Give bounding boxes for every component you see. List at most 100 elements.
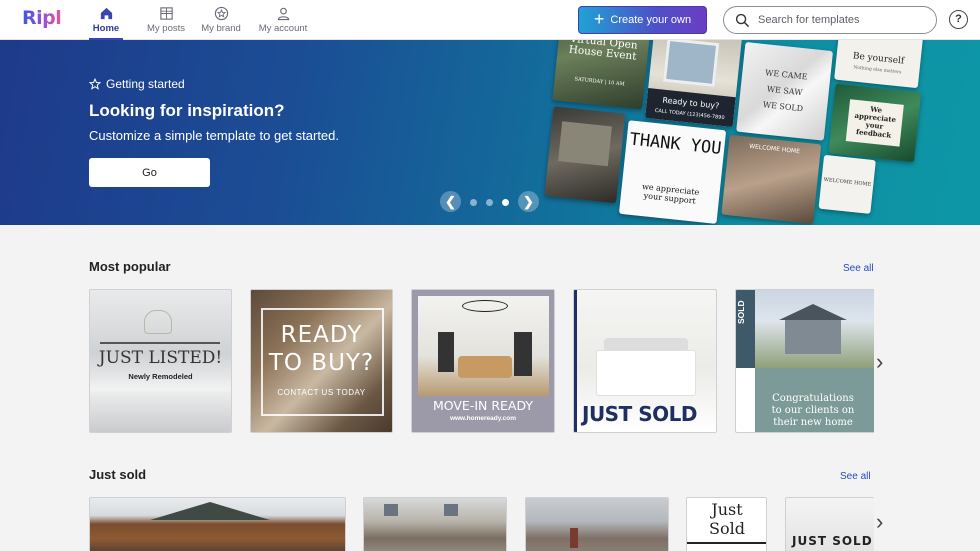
collage-storefront [544,106,626,204]
carousel-dot-2[interactable] [486,199,493,206]
template-card-just-sold-bedroom[interactable]: JUST SOLD [573,289,717,433]
just-sold-card-bold[interactable]: JUST SOLD [785,497,874,551]
coffee-table [458,356,512,378]
template-collage: Virtual Open House Event SATURDAY | 10 A… [531,40,980,225]
collage-came-1: WE CAME [764,68,808,82]
card-2-line-1: READY [280,322,363,348]
popular-next-chevron-icon[interactable]: › [876,351,890,373]
living-room-photo [418,296,549,396]
ripl-logo[interactable]: Ripl [22,7,62,29]
nav-my-posts[interactable]: My posts [146,0,186,40]
roof-graphic [779,304,847,320]
collage-welcome-home-couple: WELCOME HOME [721,134,822,225]
collage-we-came: WE CAME WE SAW WE SOLD [736,41,834,141]
hero-kicker-text: Getting started [106,77,185,91]
nav-home-label: Home [92,23,120,34]
help-icon[interactable]: ? [949,10,968,29]
collage-be-yourself: Be yourself Nothing else matters [834,40,924,89]
kitchen-counter [90,392,231,432]
collage-welcome-home2-text: WELCOME HOME [823,176,872,188]
card-5-side-text: SOLD [736,300,746,324]
just-sold-title: Just sold [89,467,147,482]
cabin-roof [150,502,270,520]
collage-thank-small: we appreciate your support [641,181,700,206]
create-your-own-button[interactable]: + Create your own [578,6,707,34]
chandelier-graphic [462,300,508,312]
card-1-title: JUST LISTED! [98,348,223,368]
top-rule [100,342,220,344]
collage-came-3: WE SOLD [762,100,804,114]
chandelier-graphic [144,310,172,334]
collage-feedback: We appreciate your feedback [828,83,922,163]
hero-title: Looking for inspiration? [89,101,285,120]
nav-my-posts-label: My posts [146,23,185,34]
collage-virtual-open-house: Virtual Open House Event SATURDAY | 10 A… [552,40,652,110]
most-popular-title: Most popular [89,259,171,274]
plant-shelf-left [438,332,454,372]
hero-kicker: Getting started [89,77,185,91]
navy-side-stripe [574,290,577,432]
just-sold-bold-text: JUST SOLD [792,534,873,548]
collage-virtual-small: SATURDAY | 10 AM [574,76,625,88]
plant-shelf-right [514,332,532,376]
card-1-subtitle: Newly Remodeled [128,372,193,381]
search-icon [735,13,750,27]
card-5-caption: Congratulations to our clients on their … [771,393,855,428]
plus-icon: + [593,9,605,29]
hero-subtitle: Customize a simple template to get start… [89,128,340,143]
template-card-just-listed[interactable]: JUST LISTED! Newly Remodeled [89,289,232,433]
collage-welcome-home-text: WELCOME HOME [748,142,801,156]
create-your-own-label: Create your own [610,14,692,26]
card-2-line-3: CONTACT US TODAY [277,388,366,397]
just-sold-card-script[interactable]: Just Sold [686,497,767,551]
most-popular-see-all-link[interactable]: See all [843,263,874,274]
nav-my-account[interactable]: My account [258,0,308,40]
nav-my-brand-label: My brand [201,23,241,34]
template-card-move-in-ready[interactable]: MOVE-IN READY www.homeready.com [411,289,555,433]
house-photo [755,290,874,368]
house-graphic [785,318,841,354]
carousel-prev-button[interactable]: ❮ [440,191,461,212]
window-graphic [384,504,398,516]
collage-came-2: WE SAW [766,84,803,98]
template-card-congratulations[interactable]: SOLD Congratulations to our clients on t… [735,289,874,433]
top-navigation-bar: Ripl Home My posts My brand My account +… [0,0,980,40]
collage-feedback-text: We appreciate your feedback [854,104,897,140]
carousel-dot-1[interactable] [470,199,477,206]
person-icon [277,7,289,21]
template-card-ready-to-buy[interactable]: READY TO BUY? CONTACT US TODAY [250,289,393,433]
just-sold-script-text: Just Sold [709,500,745,538]
collage-welcome-home-card: WELCOME HOME [818,154,876,214]
window-graphic [444,504,458,516]
search-input[interactable] [758,14,918,26]
collage-thank-text: THANK YOU [628,129,723,159]
just-sold-see-all-link[interactable]: See all [840,471,871,482]
collage-thank-you: THANK YOU we appreciate your support [618,120,727,224]
collage-ready-to-buy: Ready to buy? CALL TODAY (123)456-7890 [645,40,742,128]
just-sold-card-log-cabin[interactable] [89,497,346,551]
card-3-title: MOVE-IN READY [432,398,534,413]
nav-my-account-label: My account [258,23,308,34]
black-rule [687,542,766,544]
card-4-title: JUST SOLD [582,402,697,426]
star-icon [89,78,101,90]
go-button[interactable]: Go [89,158,210,187]
just-sold-card-brick-house[interactable] [525,497,669,551]
search-box[interactable] [723,6,937,34]
nav-my-brand[interactable]: My brand [200,0,242,40]
storefront-graphic [558,121,612,167]
just-sold-card-stone-house[interactable] [363,497,507,551]
bed-graphic [596,350,696,396]
collage-virtual-text: Virtual Open House Event [568,40,639,63]
hero-banner: Getting started Looking for inspiration?… [0,40,980,225]
just-sold-next-chevron-icon[interactable]: › [876,511,890,533]
chimney [570,528,578,548]
card-2-line-2: TO BUY? [268,350,375,376]
home-icon [100,7,112,20]
carousel-dot-3-active[interactable] [502,199,509,206]
nav-home[interactable]: Home [89,0,123,40]
star-badge-icon [214,6,228,21]
card-3-url: www.homeready.com [449,415,517,422]
grid-icon [159,7,173,20]
window-graphic [662,40,720,88]
